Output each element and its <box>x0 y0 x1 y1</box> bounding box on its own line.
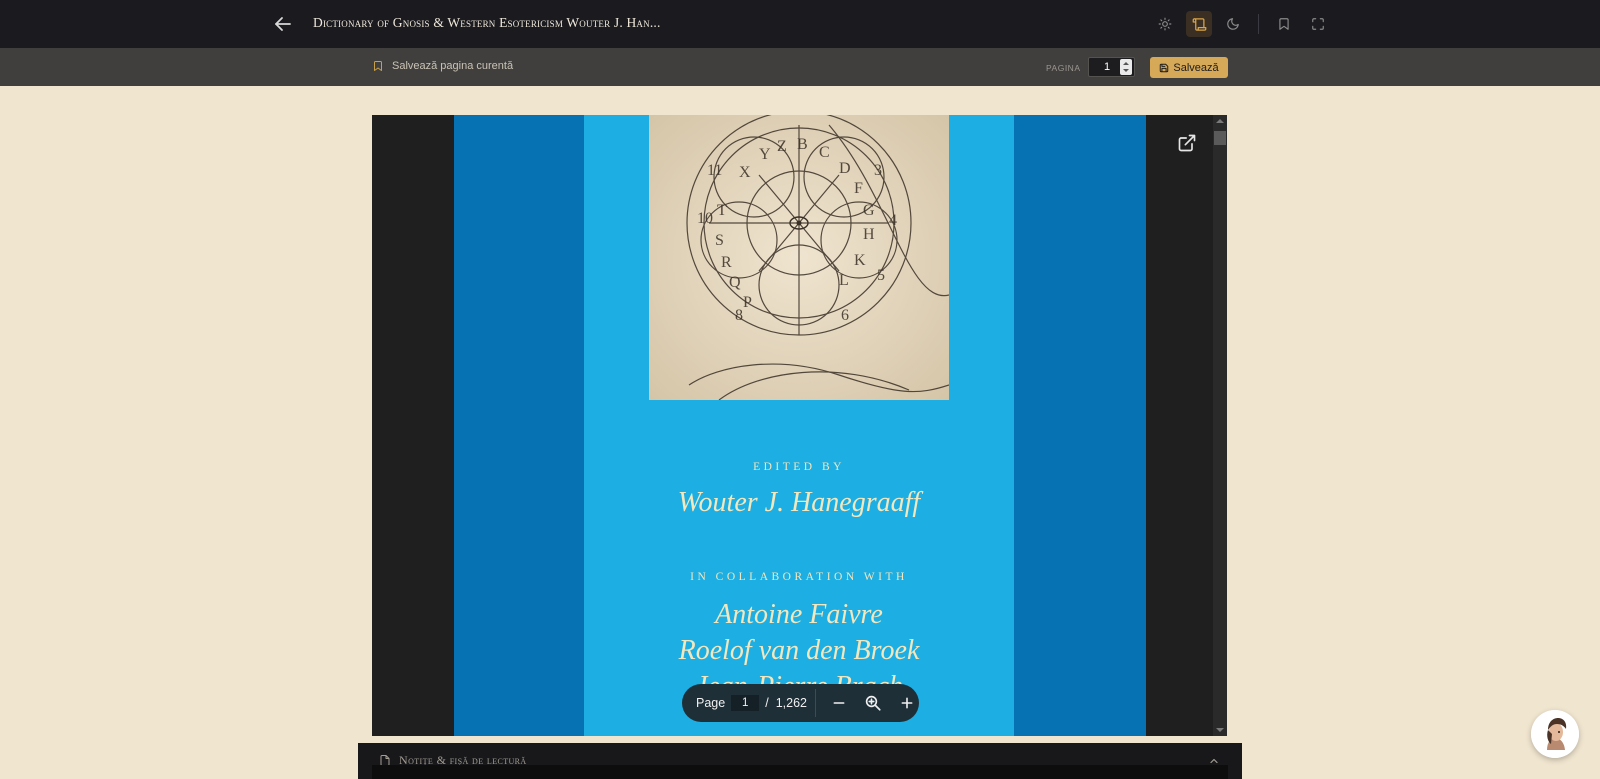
svg-text:5: 5 <box>877 267 885 284</box>
pdf-page-toolbar: Page 1 / 1,262 <box>682 684 919 722</box>
pdf-page-input[interactable]: 1 <box>731 695 760 711</box>
zoom-in-icon[interactable] <box>896 692 918 714</box>
book-title: Dictionary of Gnosis & Western Esoterici… <box>313 15 661 30</box>
svg-text:6: 6 <box>841 307 849 324</box>
sun-icon[interactable] <box>1152 11 1178 37</box>
svg-text:R: R <box>721 254 732 271</box>
assistant-avatar[interactable] <box>1531 710 1579 758</box>
svg-text:11: 11 <box>707 162 722 179</box>
svg-text:Z: Z <box>777 138 787 155</box>
cover-collaborator-1: Antoine Faivre <box>715 599 883 630</box>
page-label: Page <box>696 696 726 710</box>
page-label: PAGINA <box>1046 63 1081 73</box>
cover-edited-by: EDITED BY <box>753 461 845 473</box>
save-button-label: Salvează <box>1173 61 1219 74</box>
toolbar-divider <box>1258 14 1259 34</box>
cover-illustration: BCD FGH KL T SRQ P XY Z 11 10 8 3 4 5 6 <box>649 115 949 400</box>
svg-text:X: X <box>739 164 751 181</box>
total-pages: 1,262 <box>775 696 807 710</box>
scroll-down-icon[interactable] <box>1216 728 1224 732</box>
viewer-scrollbar[interactable] <box>1213 115 1227 736</box>
svg-text:D: D <box>839 160 851 177</box>
page-stepper[interactable] <box>1120 59 1132 75</box>
notes-panel-header[interactable]: Notițe & fișă de lectură <box>358 743 1242 779</box>
cover-collaboration: IN COLLABORATION WITH <box>690 571 908 583</box>
svg-text:H: H <box>863 226 875 243</box>
bookmark-icon <box>374 61 382 71</box>
zoom-out-icon[interactable] <box>828 692 850 714</box>
svg-text:K: K <box>854 252 866 269</box>
cover-editor-name: Wouter J. Hanegraaff <box>677 487 921 518</box>
open-external-icon[interactable] <box>1177 133 1197 158</box>
svg-text:10: 10 <box>697 210 713 227</box>
cover-collaborator-2: Roelof van den Broek <box>678 635 920 666</box>
page-bar: Salvează pagina curentă PAGINA 1 Salveaz… <box>0 48 1600 86</box>
svg-text:S: S <box>715 232 724 249</box>
page-number-input[interactable]: 1 <box>1088 57 1135 77</box>
scroll-up-icon[interactable] <box>1216 119 1224 123</box>
page-separator: / <box>765 696 769 710</box>
save-button[interactable]: Salvează <box>1150 57 1228 78</box>
sepia-scroll-icon[interactable] <box>1186 11 1212 37</box>
svg-text:B: B <box>797 136 808 153</box>
save-current-page-link[interactable]: Salvează pagina curentă <box>372 60 513 72</box>
notes-panel-edge <box>372 765 1228 779</box>
scrollbar-thumb[interactable] <box>1214 131 1226 145</box>
toolbar-divider <box>814 689 816 717</box>
back-arrow-icon[interactable] <box>271 12 295 36</box>
svg-text:Y: Y <box>759 146 771 163</box>
pdf-viewer[interactable]: BCD FGH KL T SRQ P XY Z 11 10 8 3 4 5 6 EDITED … <box>372 115 1227 736</box>
save-current-page-label: Salvează pagina curentă <box>392 60 514 72</box>
svg-text:4: 4 <box>889 212 897 229</box>
book-cover: BCD FGH KL T SRQ P XY Z 11 10 8 3 4 5 6 EDITED … <box>454 115 1146 736</box>
zoom-icon[interactable] <box>862 692 884 714</box>
cover-panel: BCD FGH KL T SRQ P XY Z 11 10 8 3 4 5 6 EDITED … <box>584 115 1014 736</box>
svg-text:Q: Q <box>729 274 741 291</box>
svg-text:C: C <box>819 144 830 161</box>
top-bar: Dictionary of Gnosis & Western Esoterici… <box>0 0 1600 48</box>
svg-text:G: G <box>863 202 875 219</box>
fullscreen-icon[interactable] <box>1305 11 1331 37</box>
bookmark-icon[interactable] <box>1271 11 1297 37</box>
svg-text:L: L <box>839 272 849 289</box>
svg-text:F: F <box>854 180 863 197</box>
svg-text:T: T <box>717 202 727 219</box>
svg-text:3: 3 <box>874 162 882 179</box>
svg-text:P: P <box>743 294 752 311</box>
floppy-disk-icon <box>1160 63 1169 72</box>
svg-text:8: 8 <box>735 307 743 324</box>
moon-icon[interactable] <box>1220 11 1246 37</box>
